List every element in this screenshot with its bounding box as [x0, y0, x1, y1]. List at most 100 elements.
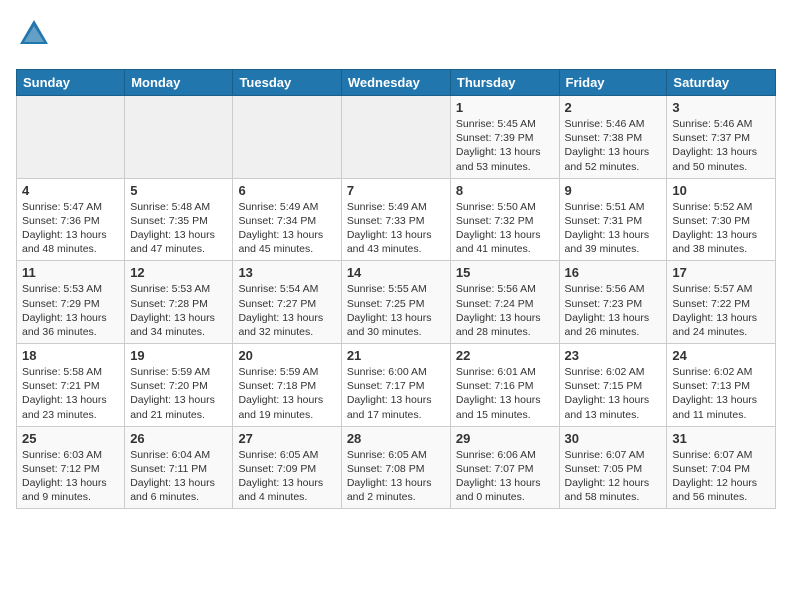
calendar-cell: 8Sunrise: 5:50 AM Sunset: 7:32 PM Daylig…: [450, 178, 559, 261]
day-info: Sunrise: 5:46 AM Sunset: 7:38 PM Dayligh…: [565, 117, 662, 174]
calendar-cell: [341, 96, 450, 179]
calendar-cell: 25Sunrise: 6:03 AM Sunset: 7:12 PM Dayli…: [17, 426, 125, 509]
day-number: 1: [456, 100, 554, 115]
calendar-table: SundayMondayTuesdayWednesdayThursdayFrid…: [16, 69, 776, 509]
day-number: 7: [347, 183, 445, 198]
calendar-cell: 24 Sunrise: 6:02 AM Sunset: 7:13 PM Dayli…: [667, 344, 776, 427]
day-number: 3: [672, 100, 770, 115]
calendar-cell: 16Sunrise: 5:56 AM Sunset: 7:23 PM Dayli…: [559, 261, 667, 344]
day-number: 5: [130, 183, 227, 198]
calendar-cell: 27Sunrise: 6:05 AM Sunset: 7:09 PM Dayli…: [233, 426, 341, 509]
day-info: Sunrise: 5:48 AM Sunset: 7:35 PM Dayligh…: [130, 200, 227, 257]
weekday-header: Monday: [125, 70, 233, 96]
day-number: 21: [347, 348, 445, 363]
day-info: Sunrise: 5:57 AM Sunset: 7:22 PM Dayligh…: [672, 282, 770, 339]
day-number: 19: [130, 348, 227, 363]
day-info: Sunrise: 6:05 AM Sunset: 7:08 PM Dayligh…: [347, 448, 445, 505]
day-info: Sunrise: 6:01 AM Sunset: 7:16 PM Dayligh…: [456, 365, 554, 422]
day-info: Sunrise: 6:04 AM Sunset: 7:11 PM Dayligh…: [130, 448, 227, 505]
day-info: Sunrise: 6:07 AM Sunset: 7:05 PM Dayligh…: [565, 448, 662, 505]
day-number: 13: [238, 265, 335, 280]
day-number: 24: [672, 348, 770, 363]
day-number: 29: [456, 431, 554, 446]
day-info: Sunrise: 5:56 AM Sunset: 7:24 PM Dayligh…: [456, 282, 554, 339]
calendar-cell: 29 Sunrise: 6:06 AM Sunset: 7:07 PM Dayli…: [450, 426, 559, 509]
calendar-cell: 5 Sunrise: 5:48 AM Sunset: 7:35 PM Daylig…: [125, 178, 233, 261]
calendar-cell: [233, 96, 341, 179]
weekday-header: Wednesday: [341, 70, 450, 96]
calendar-cell: 15 Sunrise: 5:56 AM Sunset: 7:24 PM Dayli…: [450, 261, 559, 344]
day-info: Sunrise: 6:00 AM Sunset: 7:17 PM Dayligh…: [347, 365, 445, 422]
day-info: Sunrise: 5:51 AM Sunset: 7:31 PM Dayligh…: [565, 200, 662, 257]
day-number: 6: [238, 183, 335, 198]
calendar-cell: 31 Sunrise: 6:07 AM Sunset: 7:04 PM Dayli…: [667, 426, 776, 509]
calendar-cell: [17, 96, 125, 179]
calendar-cell: 26 Sunrise: 6:04 AM Sunset: 7:11 PM Dayli…: [125, 426, 233, 509]
weekday-header: Thursday: [450, 70, 559, 96]
calendar-cell: 4Sunrise: 5:47 AM Sunset: 7:36 PM Daylig…: [17, 178, 125, 261]
day-number: 2: [565, 100, 662, 115]
calendar-cell: 23 Sunrise: 6:02 AM Sunset: 7:15 PM Dayli…: [559, 344, 667, 427]
weekday-header: Saturday: [667, 70, 776, 96]
weekday-header: Tuesday: [233, 70, 341, 96]
calendar-cell: 30 Sunrise: 6:07 AM Sunset: 7:05 PM Dayli…: [559, 426, 667, 509]
calendar-cell: 19 Sunrise: 5:59 AM Sunset: 7:20 PM Dayli…: [125, 344, 233, 427]
day-info: Sunrise: 5:53 AM Sunset: 7:28 PM Dayligh…: [130, 282, 227, 339]
calendar-cell: 2 Sunrise: 5:46 AM Sunset: 7:38 PM Daylig…: [559, 96, 667, 179]
calendar-week-row: 1 Sunrise: 5:45 AM Sunset: 7:39 PM Daylig…: [17, 96, 776, 179]
day-info: Sunrise: 5:54 AM Sunset: 7:27 PM Dayligh…: [238, 282, 335, 339]
calendar-header-row: SundayMondayTuesdayWednesdayThursdayFrid…: [17, 70, 776, 96]
day-number: 28: [347, 431, 445, 446]
calendar-cell: 20Sunrise: 5:59 AM Sunset: 7:18 PM Dayli…: [233, 344, 341, 427]
day-info: Sunrise: 5:59 AM Sunset: 7:18 PM Dayligh…: [238, 365, 335, 422]
day-number: 18: [22, 348, 119, 363]
calendar-week-row: 25Sunrise: 6:03 AM Sunset: 7:12 PM Dayli…: [17, 426, 776, 509]
day-number: 23: [565, 348, 662, 363]
calendar-cell: 9 Sunrise: 5:51 AM Sunset: 7:31 PM Daylig…: [559, 178, 667, 261]
day-number: 12: [130, 265, 227, 280]
day-info: Sunrise: 5:59 AM Sunset: 7:20 PM Dayligh…: [130, 365, 227, 422]
calendar-week-row: 11 Sunrise: 5:53 AM Sunset: 7:29 PM Dayli…: [17, 261, 776, 344]
day-number: 11: [22, 265, 119, 280]
day-info: Sunrise: 5:56 AM Sunset: 7:23 PM Dayligh…: [565, 282, 662, 339]
day-number: 30: [565, 431, 662, 446]
day-number: 10: [672, 183, 770, 198]
day-number: 14: [347, 265, 445, 280]
day-number: 31: [672, 431, 770, 446]
day-info: Sunrise: 5:55 AM Sunset: 7:25 PM Dayligh…: [347, 282, 445, 339]
day-info: Sunrise: 6:02 AM Sunset: 7:13 PM Dayligh…: [672, 365, 770, 422]
day-number: 15: [456, 265, 554, 280]
day-number: 26: [130, 431, 227, 446]
weekday-header: Sunday: [17, 70, 125, 96]
day-info: Sunrise: 5:49 AM Sunset: 7:34 PM Dayligh…: [238, 200, 335, 257]
day-number: 8: [456, 183, 554, 198]
calendar-cell: 18Sunrise: 5:58 AM Sunset: 7:21 PM Dayli…: [17, 344, 125, 427]
calendar-cell: 7 Sunrise: 5:49 AM Sunset: 7:33 PM Daylig…: [341, 178, 450, 261]
calendar-cell: 3 Sunrise: 5:46 AM Sunset: 7:37 PM Daylig…: [667, 96, 776, 179]
day-number: 9: [565, 183, 662, 198]
day-info: Sunrise: 5:45 AM Sunset: 7:39 PM Dayligh…: [456, 117, 554, 174]
calendar-cell: 12 Sunrise: 5:53 AM Sunset: 7:28 PM Dayli…: [125, 261, 233, 344]
day-info: Sunrise: 6:06 AM Sunset: 7:07 PM Dayligh…: [456, 448, 554, 505]
page-header: [16, 16, 776, 57]
calendar-cell: 1 Sunrise: 5:45 AM Sunset: 7:39 PM Daylig…: [450, 96, 559, 179]
calendar-cell: [125, 96, 233, 179]
calendar-cell: 21 Sunrise: 6:00 AM Sunset: 7:17 PM Dayli…: [341, 344, 450, 427]
day-info: Sunrise: 5:53 AM Sunset: 7:29 PM Dayligh…: [22, 282, 119, 339]
weekday-header: Friday: [559, 70, 667, 96]
day-info: Sunrise: 5:52 AM Sunset: 7:30 PM Dayligh…: [672, 200, 770, 257]
logo: [16, 16, 56, 57]
day-info: Sunrise: 6:02 AM Sunset: 7:15 PM Dayligh…: [565, 365, 662, 422]
day-info: Sunrise: 5:49 AM Sunset: 7:33 PM Dayligh…: [347, 200, 445, 257]
logo-icon: [16, 16, 52, 52]
day-info: Sunrise: 5:46 AM Sunset: 7:37 PM Dayligh…: [672, 117, 770, 174]
calendar-cell: 6 Sunrise: 5:49 AM Sunset: 7:34 PM Daylig…: [233, 178, 341, 261]
day-info: Sunrise: 6:07 AM Sunset: 7:04 PM Dayligh…: [672, 448, 770, 505]
calendar-week-row: 18Sunrise: 5:58 AM Sunset: 7:21 PM Dayli…: [17, 344, 776, 427]
calendar-week-row: 4Sunrise: 5:47 AM Sunset: 7:36 PM Daylig…: [17, 178, 776, 261]
day-info: Sunrise: 6:03 AM Sunset: 7:12 PM Dayligh…: [22, 448, 119, 505]
day-number: 22: [456, 348, 554, 363]
calendar-cell: 13 Sunrise: 5:54 AM Sunset: 7:27 PM Dayli…: [233, 261, 341, 344]
calendar-cell: 10 Sunrise: 5:52 AM Sunset: 7:30 PM Dayli…: [667, 178, 776, 261]
day-number: 17: [672, 265, 770, 280]
